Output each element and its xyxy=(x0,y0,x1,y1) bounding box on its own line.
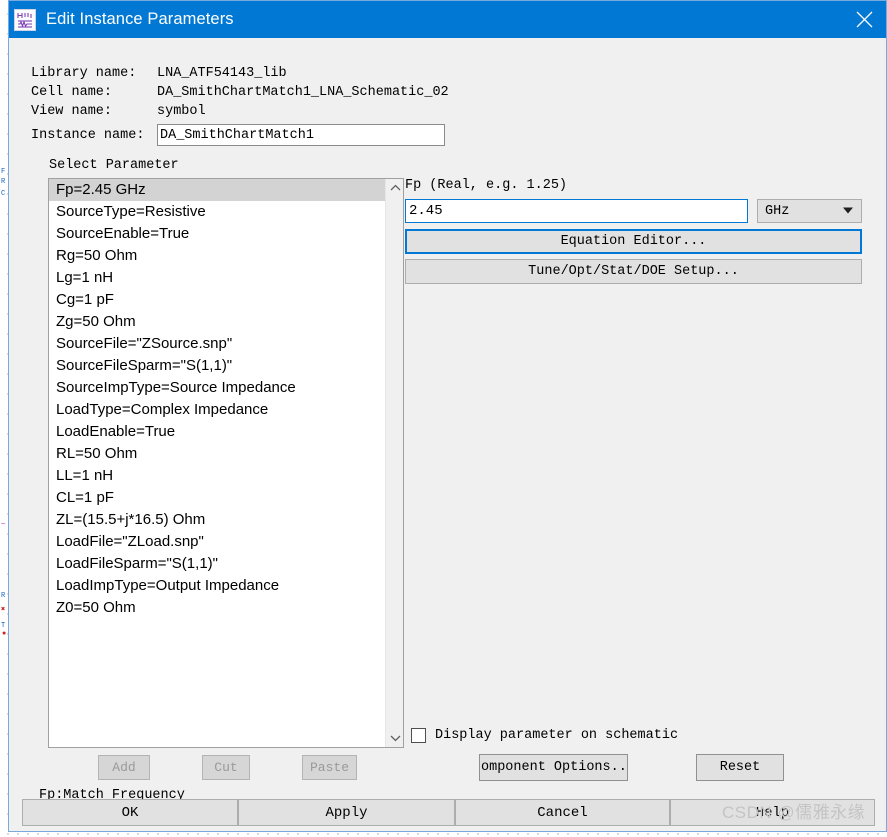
caret-down-icon xyxy=(843,204,853,219)
parameter-value-input[interactable] xyxy=(405,199,748,223)
parameter-list-item[interactable]: RL=50 Ohm xyxy=(49,443,385,465)
chevron-down-icon[interactable] xyxy=(386,729,403,747)
unit-select[interactable]: GHz xyxy=(757,199,862,223)
display-parameter-row: Display parameter on schematic xyxy=(411,728,678,743)
parameter-list-item[interactable]: ZL=(15.5+j*16.5) Ohm xyxy=(49,509,385,531)
instance-name-input[interactable] xyxy=(157,124,445,146)
schematic-scrap: — xyxy=(1,520,6,528)
schematic-scrap: C xyxy=(1,190,6,198)
view-name-row: View name: symbol xyxy=(31,102,449,121)
parameter-list-item[interactable]: CL=1 pF xyxy=(49,487,385,509)
display-parameter-checkbox[interactable] xyxy=(411,728,426,743)
schematic-scrap: R xyxy=(1,592,6,600)
parameter-list-item[interactable]: LoadFile="ZLoad.snp" xyxy=(49,531,385,553)
parameter-list-item[interactable]: LoadFileSparm="S(1,1)" xyxy=(49,553,385,575)
display-parameter-label: Display parameter on schematic xyxy=(435,728,679,743)
schematic-scrap: ✖ xyxy=(1,606,6,614)
instance-name-row: Instance name: xyxy=(31,123,449,147)
parameter-list-item[interactable]: LoadImpType=Output Impedance xyxy=(49,575,385,597)
parameter-list-scrollbar[interactable] xyxy=(385,179,403,747)
dialog-body: Library name: LNA_ATF54143_lib Cell name… xyxy=(9,38,886,831)
equation-editor-button[interactable]: Equation Editor... xyxy=(405,229,862,254)
dialog-action-row: OK Apply Cancel Help xyxy=(9,793,886,831)
schematic-scrap: T xyxy=(1,622,6,630)
reset-button[interactable]: Reset xyxy=(696,754,784,781)
cut-button[interactable]: Cut xyxy=(202,755,250,780)
parameter-list-item[interactable]: Z0=50 Ohm xyxy=(49,597,385,619)
add-button[interactable]: Add xyxy=(98,755,150,780)
parameter-list-box: Fp=2.45 GHz SourceType=Resistive SourceEna… xyxy=(48,178,404,748)
parameter-list-item[interactable]: SourceFileSparm="S(1,1)" xyxy=(49,355,385,377)
parameter-list-item[interactable]: SourceType=Resistive xyxy=(49,201,385,223)
parameter-list-item[interactable]: Lg=1 nH xyxy=(49,267,385,289)
parameter-list[interactable]: Fp=2.45 GHz SourceType=Resistive SourceEna… xyxy=(49,179,385,747)
cell-name-row: Cell name: DA_SmithChartMatch1_LNA_Schem… xyxy=(31,83,449,102)
parameter-list-item[interactable]: LoadEnable=True xyxy=(49,421,385,443)
view-name-value: symbol xyxy=(157,104,206,119)
cell-name-label: Cell name: xyxy=(31,85,113,100)
help-button[interactable]: Help xyxy=(670,799,875,826)
library-name-value: LNA_ATF54143_lib xyxy=(157,66,287,81)
paste-button[interactable]: Paste xyxy=(302,755,357,780)
cancel-button[interactable]: Cancel xyxy=(455,799,670,826)
library-name-row: Library name: LNA_ATF54143_lib xyxy=(31,64,449,83)
schematic-scrap: F xyxy=(1,168,6,176)
parameter-list-item[interactable]: LoadType=Complex Impedance xyxy=(49,399,385,421)
parameter-list-item[interactable]: LL=1 nH xyxy=(49,465,385,487)
parameter-list-item[interactable]: Cg=1 pF xyxy=(49,289,385,311)
parameter-list-item[interactable]: SourceFile="ZSource.snp" xyxy=(49,333,385,355)
ok-button[interactable]: OK xyxy=(22,799,238,826)
parameter-list-item[interactable]: SourceImpType=Source Impedance xyxy=(49,377,385,399)
select-parameter-label: Select Parameter xyxy=(49,158,179,173)
apply-button[interactable]: Apply xyxy=(238,799,455,826)
tune-opt-stat-doe-setup-button[interactable]: Tune/Opt/Stat/DOE Setup... xyxy=(405,259,862,284)
view-name-label: View name: xyxy=(31,104,113,119)
dialog-titlebar: Edit Instance Parameters xyxy=(9,1,886,38)
parameter-list-item[interactable]: Fp=2.45 GHz xyxy=(49,179,385,201)
schematic-scrap: ● xyxy=(2,630,7,638)
parameter-list-item[interactable]: Zg=50 Ohm xyxy=(49,311,385,333)
parameter-list-item[interactable]: SourceEnable=True xyxy=(49,223,385,245)
schematic-scrap: R xyxy=(1,178,6,186)
library-name-label: Library name: xyxy=(31,66,137,81)
parameter-type-label: Fp (Real, e.g. 1.25) xyxy=(405,178,568,193)
parameter-list-item[interactable]: Rg=50 Ohm xyxy=(49,245,385,267)
chevron-up-icon[interactable] xyxy=(386,179,403,197)
unit-select-value: GHz xyxy=(765,203,790,219)
instance-info-block: Library name: LNA_ATF54143_lib Cell name… xyxy=(31,64,449,147)
edit-instance-parameters-dialog: Edit Instance Parameters Library name: L… xyxy=(8,0,887,832)
dialog-title: Edit Instance Parameters xyxy=(46,10,234,28)
instance-name-label: Instance name: xyxy=(31,127,145,143)
cell-name-value: DA_SmithChartMatch1_LNA_Schematic_02 xyxy=(157,85,449,100)
close-icon[interactable] xyxy=(840,1,886,38)
component-options-button[interactable]: omponent Options.. xyxy=(479,754,628,781)
schematic-component-icon xyxy=(14,8,36,31)
